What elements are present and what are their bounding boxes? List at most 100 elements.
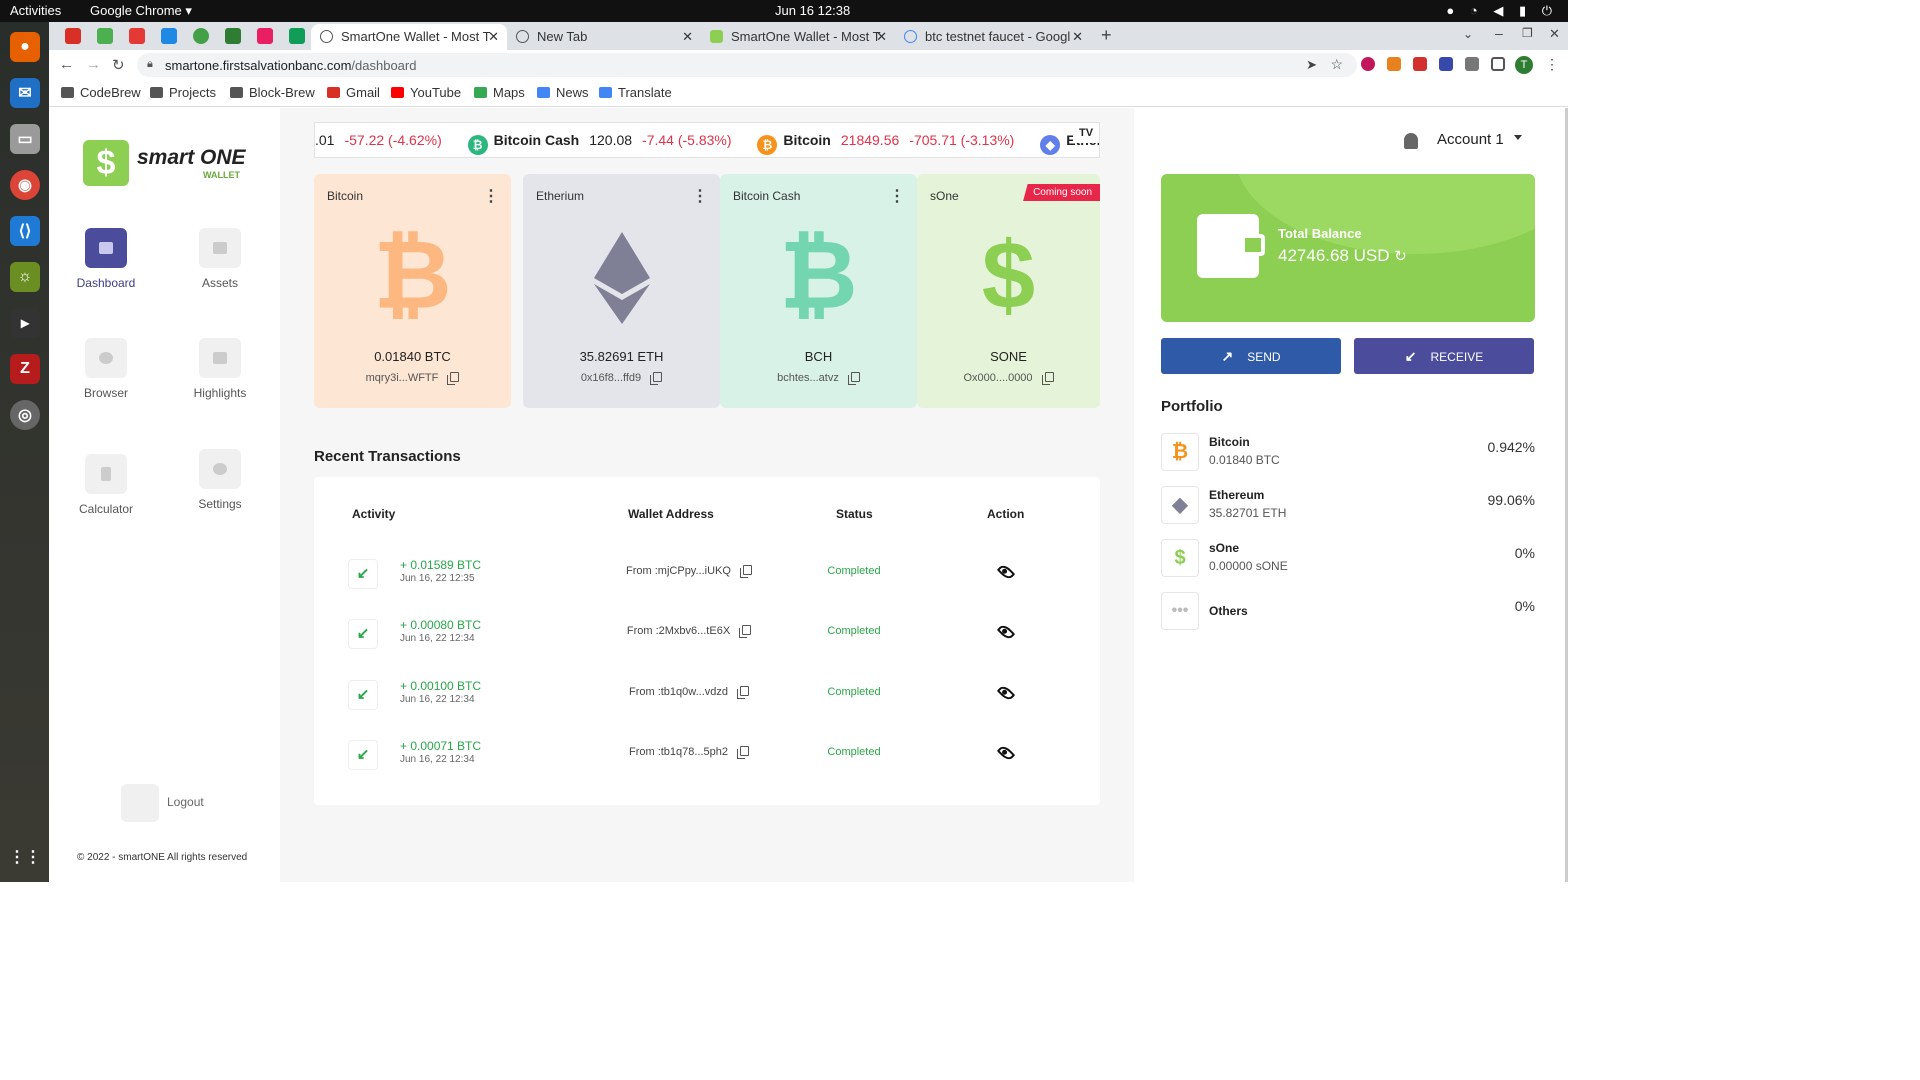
ticker-item[interactable]: .01 -57.22 (-4.62%): [315, 132, 442, 148]
bookmark-maps[interactable]: Maps: [474, 85, 525, 100]
copy-icon[interactable]: [447, 372, 460, 385]
chrome-icon[interactable]: ◉: [10, 170, 40, 200]
forward-icon[interactable]: →: [86, 56, 101, 73]
minimize-icon[interactable]: –: [1495, 25, 1503, 41]
logout-button[interactable]: Logout: [121, 784, 204, 822]
tradingview-icon[interactable]: TV: [1073, 123, 1099, 143]
copy-icon[interactable]: [650, 372, 663, 385]
pinned-tab-icon[interactable]: [129, 28, 145, 44]
metamask-icon[interactable]: [1387, 57, 1401, 71]
bookmark-codebrew[interactable]: CodeBrew: [61, 85, 141, 100]
close-tab-icon[interactable]: ✕: [876, 29, 887, 45]
terminal-icon[interactable]: ▸: [10, 308, 40, 338]
pinned-tab-trello-icon[interactable]: [225, 28, 241, 44]
copy-icon[interactable]: [737, 686, 750, 699]
tab-smartone-active[interactable]: SmartOne Wallet - Most T ✕: [311, 24, 507, 50]
reload-icon[interactable]: ↻: [112, 56, 125, 74]
view-eye-icon[interactable]: [996, 562, 1016, 582]
lock-icon[interactable]: 🔒︎: [147, 58, 153, 71]
copy-icon[interactable]: [847, 372, 860, 385]
ticker-item[interactable]: ₿ Bitcoin Cash 120.08 -7.44 (-5.83%): [467, 132, 732, 155]
tab-smartone[interactable]: SmartOne Wallet - Most T ✕: [701, 24, 895, 50]
send-tab-icon[interactable]: ➤: [1306, 57, 1317, 73]
bookmark-translate[interactable]: Translate: [599, 85, 672, 100]
tab-google-search[interactable]: btc testnet faucet - Googl ✕: [895, 24, 1091, 50]
copy-icon[interactable]: [1041, 372, 1054, 385]
address-bar[interactable]: 🔒︎ smartone.firstsalvationbanc.com/dashb…: [137, 53, 1357, 77]
thunderbird-icon[interactable]: ✉: [10, 78, 40, 108]
bookmark-block-brew[interactable]: Block-Brew: [230, 85, 315, 100]
settings-app-icon[interactable]: ☼: [10, 262, 40, 292]
asset-card-bitcoin[interactable]: Bitcoin ⋮ ₿ 0.01840 BTC mqry3i...WFTF: [314, 174, 511, 408]
copy-icon[interactable]: [739, 565, 752, 578]
pinned-tab-icon[interactable]: [161, 28, 177, 44]
close-tab-icon[interactable]: ✕: [488, 29, 499, 45]
view-eye-icon[interactable]: [996, 743, 1016, 763]
extension-icon[interactable]: [1361, 57, 1375, 71]
nav-browser[interactable]: Browser: [61, 338, 151, 400]
asset-card-ethereum[interactable]: Etherium ⋮ 35.82691 ETH 0x16f8...ffd9: [523, 174, 720, 408]
copy-icon[interactable]: [739, 625, 752, 638]
ticker-item[interactable]: ₿ Bitcoin 21849.56 -705.71 (-3.13%): [757, 132, 1014, 155]
card-menu-icon[interactable]: ⋮: [692, 186, 708, 206]
bell-icon[interactable]: [1404, 133, 1418, 149]
disc-icon[interactable]: ◎: [10, 400, 40, 430]
close-tab-icon[interactable]: ✕: [1072, 29, 1083, 45]
app-grid-icon[interactable]: ⋮⋮: [9, 842, 41, 872]
pinned-tab-gmail-icon[interactable]: [65, 28, 81, 44]
system-tray[interactable]: ● ◔ ◀ ▮ ⏻: [1446, 3, 1558, 19]
bookmark-gmail[interactable]: Gmail: [327, 85, 380, 100]
filezilla-icon[interactable]: Z: [10, 354, 40, 384]
view-eye-icon[interactable]: [996, 683, 1016, 703]
portfolio-item-sone[interactable]: $ sOne 0.00000 sONE 0%: [1161, 539, 1535, 581]
clock[interactable]: Jun 16 12:38: [775, 3, 850, 18]
firefox-icon[interactable]: ●: [10, 32, 40, 62]
files-icon[interactable]: ▭: [10, 124, 40, 154]
extension-icon[interactable]: [1413, 57, 1427, 71]
portfolio-item-ethereum[interactable]: ◆ Ethereum 35.82701 ETH 99.06%: [1161, 486, 1535, 528]
back-icon[interactable]: ←: [59, 56, 74, 73]
send-button[interactable]: ↗ SEND: [1161, 338, 1341, 374]
side-panel-icon[interactable]: [1491, 57, 1505, 71]
view-eye-icon[interactable]: [996, 622, 1016, 642]
close-window-icon[interactable]: ✕: [1549, 26, 1560, 42]
bookmark-youtube[interactable]: YouTube: [391, 85, 461, 100]
price-ticker[interactable]: .01 -57.22 (-4.62%) ₿ Bitcoin Cash 120.08 -7…: [314, 122, 1100, 158]
tab-new-tab[interactable]: New Tab ✕: [507, 24, 701, 50]
bookmark-projects[interactable]: Projects: [150, 85, 216, 100]
nav-settings[interactable]: Settings: [175, 449, 265, 511]
maximize-icon[interactable]: ❐: [1522, 26, 1533, 40]
browser-menu-icon[interactable]: ⋮: [1545, 56, 1559, 73]
bookmark-news[interactable]: News: [537, 85, 589, 100]
portfolio-item-others[interactable]: ••• Others 0%: [1161, 592, 1535, 634]
account-dropdown[interactable]: Account 1: [1437, 131, 1522, 148]
new-tab-icon[interactable]: +: [1101, 25, 1112, 46]
refresh-icon[interactable]: ↻: [1394, 248, 1407, 265]
nav-assets[interactable]: Assets: [175, 228, 265, 290]
nav-highlights[interactable]: Highlights: [175, 338, 265, 400]
app-menu[interactable]: Google Chrome ▾: [90, 3, 192, 19]
app-logo[interactable]: $ smart ONE WALLET: [83, 140, 253, 188]
pinned-tab-sheets-icon[interactable]: [289, 28, 305, 44]
copy-icon[interactable]: [737, 746, 750, 759]
card-menu-icon[interactable]: ⋮: [889, 186, 905, 206]
portfolio-item-bitcoin[interactable]: ₿ Bitcoin 0.01840 BTC 0.942%: [1161, 433, 1535, 475]
extensions-puzzle-icon[interactable]: [1465, 57, 1479, 71]
bookmark-star-icon[interactable]: ☆: [1330, 56, 1343, 73]
extension-icon[interactable]: [1439, 57, 1453, 71]
tab-search-icon[interactable]: ⌄: [1463, 27, 1473, 41]
asset-card-sone[interactable]: sOne Coming soon $ SONE Ox000....0000: [917, 174, 1100, 408]
pinned-tab-invision-icon[interactable]: [257, 28, 273, 44]
vscode-icon[interactable]: ⟨⟩: [10, 216, 40, 246]
asset-card-bitcoin-cash[interactable]: Bitcoin Cash ⋮ ₿ BCH bchtes...atvz: [720, 174, 917, 408]
profile-avatar[interactable]: T: [1515, 56, 1533, 74]
nav-calculator[interactable]: Calculator: [61, 454, 151, 516]
scrollbar[interactable]: [1565, 108, 1568, 882]
card-menu-icon[interactable]: ⋮: [483, 186, 499, 206]
pinned-tab-icon[interactable]: [193, 28, 209, 44]
close-tab-icon[interactable]: ✕: [682, 29, 693, 45]
receive-button[interactable]: ↙ RECEIVE: [1354, 338, 1534, 374]
activities-button[interactable]: Activities: [10, 3, 61, 18]
nav-dashboard[interactable]: Dashboard: [61, 228, 151, 290]
pinned-tab-icon[interactable]: [97, 28, 113, 44]
